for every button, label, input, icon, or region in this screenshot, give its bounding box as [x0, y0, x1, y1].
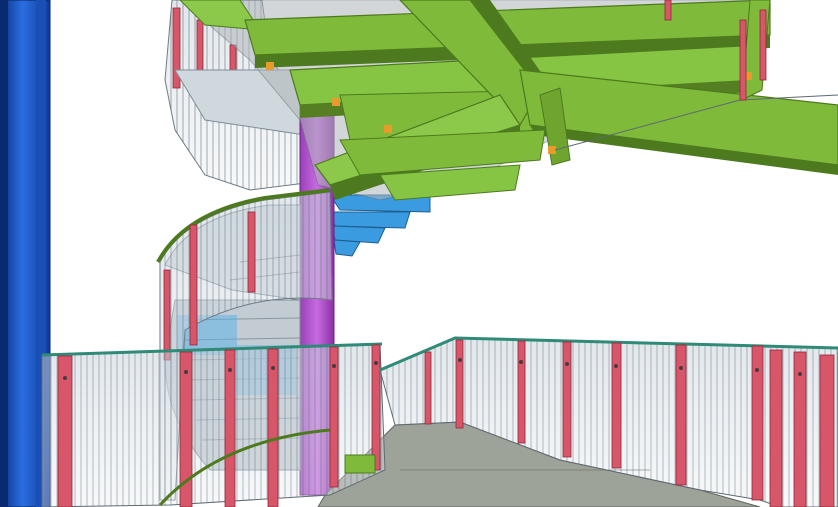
spiral-staircase-3d-render [0, 0, 838, 507]
pillar-base-plate [344, 454, 376, 474]
front-left-balustrade [41, 342, 386, 507]
